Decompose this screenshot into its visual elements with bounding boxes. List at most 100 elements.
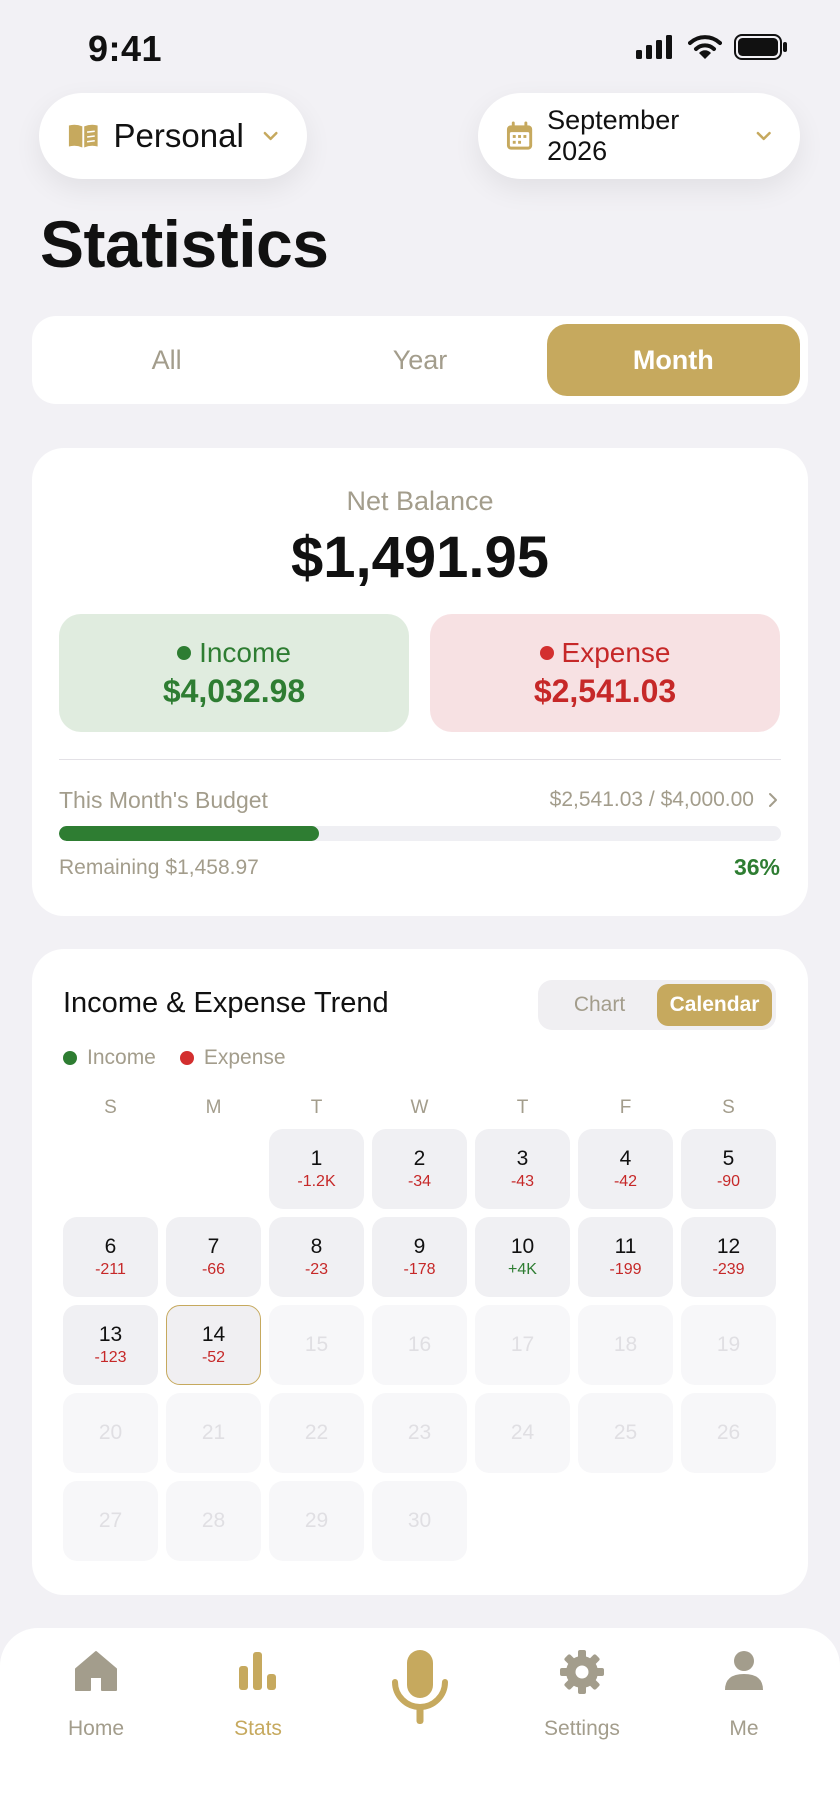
chevron-down-icon [756, 131, 771, 141]
budget-percent: 36% [733, 854, 780, 880]
book-selector[interactable]: Personal [39, 93, 307, 179]
calendar-day-amount: -123 [94, 1349, 127, 1366]
calendar-day-amount: -23 [304, 1261, 329, 1278]
calendar-day-number: 17 [510, 1333, 535, 1356]
calendar-day-number: 5 [722, 1147, 735, 1170]
view-calendar-button[interactable]: Calendar [657, 984, 772, 1026]
cellular-signal-icon [636, 35, 672, 59]
budget-progress-bar [59, 826, 781, 841]
calendar-day: 16 [372, 1305, 467, 1385]
tab-stats-label: Stats [234, 1717, 282, 1740]
tab-me-label: Me [729, 1717, 759, 1740]
legend-income-label: Income [87, 1046, 156, 1069]
calendar-blank-cell [63, 1129, 158, 1209]
calendar-day-number: 18 [613, 1333, 638, 1356]
calendar-day-number: 20 [98, 1421, 123, 1444]
date-selector[interactable]: September 2026 [478, 93, 800, 179]
calendar-day[interactable]: 10 +4K [475, 1217, 570, 1297]
calendar-day-number: 7 [207, 1235, 220, 1258]
calendar-day-number: 21 [201, 1421, 226, 1444]
calendar-day-number: 15 [304, 1333, 329, 1356]
income-summary[interactable]: Income $4,032.98 [59, 614, 409, 732]
calendar-day[interactable]: 11 -199 [578, 1217, 673, 1297]
budget-label: This Month's Budget [59, 787, 268, 813]
expense-summary[interactable]: Expense $2,541.03 [430, 614, 780, 732]
weekday-label: T [516, 1097, 529, 1118]
calendar-day-amount: -34 [407, 1173, 432, 1190]
budget-remaining-label: Remaining [59, 856, 160, 879]
weekday-label: S [104, 1097, 117, 1118]
calendar-day[interactable]: 1 -1.2K [269, 1129, 364, 1209]
segment-year[interactable]: Year [293, 324, 546, 396]
budget-amount-link[interactable]: $2,541.03 / $4,000.00 [550, 788, 778, 812]
calendar-day: 25 [578, 1393, 673, 1473]
trend-card: Income & Expense Trend Chart Calendar In… [32, 949, 808, 1595]
income-dot-icon [63, 1051, 77, 1065]
calendar-day-amount: -178 [403, 1261, 436, 1278]
weekday-label: M [205, 1097, 222, 1118]
calendar-day-today[interactable]: 14 -52 [166, 1305, 261, 1385]
expense-label-row: Expense [539, 637, 670, 669]
calendar-day[interactable]: 6 -211 [63, 1217, 158, 1297]
calendar-day-number: 27 [98, 1509, 123, 1532]
budget-progress-fill [59, 826, 319, 841]
legend-expense-label: Expense [203, 1046, 286, 1069]
calendar-blank-cell [166, 1129, 261, 1209]
expense-value: $2,541.03 [533, 672, 677, 709]
calendar-day[interactable]: 5 -90 [681, 1129, 776, 1209]
calendar-day: 27 [63, 1481, 158, 1561]
calendar-day[interactable]: 8 -23 [269, 1217, 364, 1297]
tab-bar: Home Stats Settings Me [0, 1628, 840, 1817]
calendar-day[interactable]: 9 -178 [372, 1217, 467, 1297]
income-label: Income [199, 636, 291, 668]
calendar-day[interactable]: 7 -66 [166, 1217, 261, 1297]
calendar-day-number: 1 [310, 1147, 323, 1170]
legend-income: Income [63, 1046, 156, 1070]
calendar-day-amount: -90 [716, 1173, 741, 1190]
book-icon [68, 124, 98, 148]
budget-amount: $2,541.03 / $4,000.00 [549, 788, 754, 811]
calendar-day: 19 [681, 1305, 776, 1385]
calendar-day-number: 2 [413, 1147, 426, 1170]
calendar-day: 30 [372, 1481, 467, 1561]
calendar-day: 29 [269, 1481, 364, 1561]
status-time: 9:41 [88, 28, 163, 69]
calendar-day-number: 12 [716, 1235, 741, 1258]
calendar-day: 20 [63, 1393, 158, 1473]
calendar-day[interactable]: 4 -42 [578, 1129, 673, 1209]
calendar-day-number: 16 [407, 1333, 432, 1356]
calendar-day-amount: -199 [609, 1261, 642, 1278]
status-bar: 9:41 [0, 0, 840, 96]
calendar-day: 24 [475, 1393, 570, 1473]
calendar-day-number: 10 [510, 1235, 535, 1258]
calendar-day[interactable]: 2 -34 [372, 1129, 467, 1209]
net-balance-value: $1,491.95 [290, 525, 550, 590]
chevron-right-icon [769, 793, 777, 807]
calendar-day-number: 29 [304, 1509, 329, 1532]
calendar-day-number: 30 [407, 1509, 432, 1532]
calendar-day-number: 13 [98, 1323, 123, 1346]
net-balance-label: Net Balance [346, 486, 494, 516]
calendar-day-amount: -239 [712, 1261, 745, 1278]
view-chart-button[interactable]: Chart [542, 984, 657, 1026]
calendar-day[interactable]: 13 -123 [63, 1305, 158, 1385]
calendar-day-number: 25 [613, 1421, 638, 1444]
calendar-day-number: 11 [614, 1235, 637, 1258]
calendar-day-amount: +4K [508, 1261, 537, 1278]
date-selector-label: September 2026 [547, 105, 680, 166]
income-label-row: Income [177, 637, 291, 669]
segment-all[interactable]: All [40, 324, 293, 396]
calendar-day-number: 9 [413, 1235, 426, 1258]
microphone-icon [392, 1650, 448, 1724]
expense-dot-icon [179, 1051, 194, 1065]
calendar-day-amount: -52 [201, 1349, 226, 1366]
calendar-day[interactable]: 12 -239 [681, 1217, 776, 1297]
calendar-day-amount: -211 [95, 1261, 126, 1278]
weekday-label: F [619, 1097, 632, 1118]
calendar-day-number: 28 [201, 1509, 226, 1532]
calendar-day[interactable]: 3 -43 [475, 1129, 570, 1209]
income-value: $4,032.98 [162, 672, 306, 709]
weekday-label: S [722, 1097, 735, 1118]
calendar-day-number: 14 [201, 1323, 226, 1346]
segment-month[interactable]: Month [546, 324, 800, 396]
